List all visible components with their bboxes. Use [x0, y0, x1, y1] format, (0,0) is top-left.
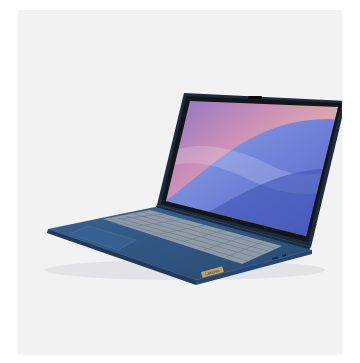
product-image-card: Lenovo — [18, 10, 342, 355]
laptop-photo: Lenovo — [45, 93, 342, 285]
webcam — [248, 96, 262, 99]
